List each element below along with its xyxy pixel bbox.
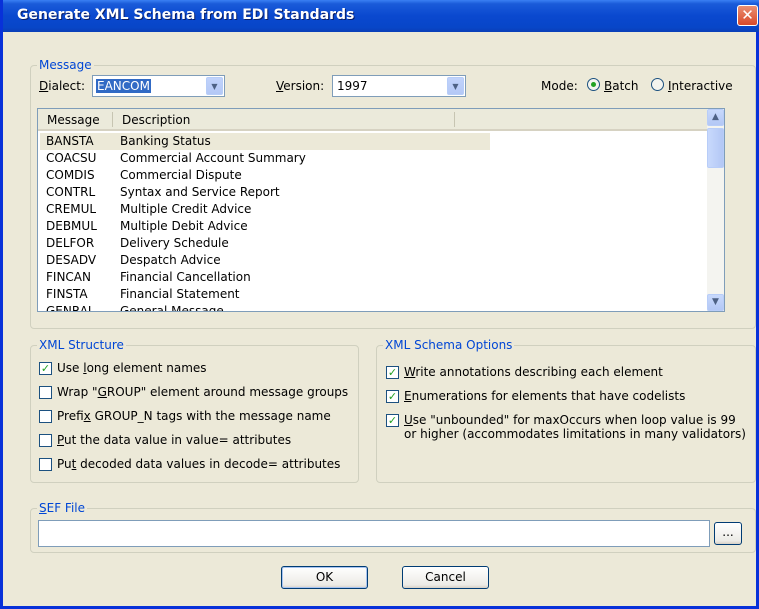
window-title: Generate XML Schema from EDI Standards (17, 7, 355, 23)
list-row[interactable]: CREMUL Multiple Credit Advice (40, 201, 490, 218)
checkbox-label[interactable]: Prefix GROUP_N tags with the message nam… (57, 409, 331, 423)
message-code: BANSTA (46, 134, 94, 148)
message-code: COMDIS (46, 168, 95, 182)
sef-file-label: SEF File (37, 501, 88, 515)
list-row[interactable]: CONTRL Syntax and Service Report (40, 184, 490, 201)
message-code: CREMUL (46, 202, 97, 216)
close-icon: ✕ (741, 6, 754, 24)
message-description: Banking Status (120, 134, 211, 148)
message-code: COACSU (46, 151, 97, 165)
version-label: Version: (276, 79, 325, 93)
message-description: Financial Cancellation (120, 270, 251, 284)
checkbox[interactable]: ✓ (386, 390, 399, 403)
checkbox[interactable] (39, 434, 52, 447)
message-description: Multiple Debit Advice (120, 219, 248, 233)
checkmark-icon: ✓ (387, 366, 398, 379)
message-code: DESADV (46, 253, 97, 267)
chevron-down-icon[interactable]: ▼ (206, 77, 223, 95)
message-code: FINCAN (46, 270, 91, 284)
mode-batch-label[interactable]: Batch (604, 79, 639, 93)
close-button[interactable]: ✕ (737, 5, 758, 26)
column-header-message[interactable]: Message (47, 113, 100, 127)
message-description: General Message (120, 304, 224, 312)
list-scrollbar[interactable]: ▲ ▼ (707, 109, 724, 311)
message-description: Delivery Schedule (120, 236, 229, 250)
schema-options-label: XML Schema Options (383, 338, 515, 352)
message-code: DEBMUL (46, 219, 97, 233)
browse-button[interactable]: ... (714, 522, 742, 545)
list-row[interactable]: DELFOR Delivery Schedule (40, 235, 490, 252)
dialect-value: EANCOM (96, 79, 151, 93)
version-value: 1997 (337, 79, 368, 93)
scroll-thumb[interactable] (707, 128, 724, 168)
dialect-label: Dialect: (39, 79, 85, 93)
column-header-description[interactable]: Description (122, 113, 190, 127)
mode-interactive-label[interactable]: Interactive (668, 79, 733, 93)
checkbox-label[interactable]: Wrap "GROUP" element around message grou… (57, 385, 348, 399)
checkbox-label[interactable]: Use "unbounded" for maxOccurs when loop … (404, 413, 746, 441)
checkbox[interactable]: ✓ (386, 366, 399, 379)
message-description: Syntax and Service Report (120, 185, 280, 199)
checkbox-label[interactable]: Write annotations describing each elemen… (404, 365, 663, 379)
ok-button[interactable]: OK (281, 566, 368, 589)
dialect-select[interactable]: EANCOM ▼ (92, 75, 225, 97)
list-header: Message Description (38, 109, 723, 131)
list-row[interactable]: DEBMUL Multiple Debit Advice (40, 218, 490, 235)
message-code: FINSTA (46, 287, 88, 301)
list-row[interactable]: FINCAN Financial Cancellation (40, 269, 490, 286)
dialog-window: Generate XML Schema from EDI Standards ✕… (0, 0, 759, 609)
xml-structure-label: XML Structure (37, 338, 126, 352)
message-list[interactable]: Message Description BANSTA Banking Status… (37, 108, 725, 312)
list-row[interactable]: COACSU Commercial Account Summary (40, 150, 490, 167)
title-bar[interactable]: Generate XML Schema from EDI Standards ✕ (3, 0, 759, 32)
checkbox[interactable] (39, 410, 52, 423)
message-description: Financial Statement (120, 287, 240, 301)
list-row[interactable]: FINSTA Financial Statement (40, 286, 490, 303)
checkbox-label[interactable]: Use long element names (57, 361, 207, 375)
mode-label: Mode: (541, 79, 578, 93)
scroll-down-icon[interactable]: ▼ (707, 294, 724, 311)
cancel-button[interactable]: Cancel (402, 566, 489, 589)
list-row[interactable]: GENRAL General Message (40, 303, 490, 312)
checkmark-icon: ✓ (387, 414, 398, 427)
mode-interactive-radio[interactable] (651, 78, 664, 91)
message-description: Commercial Account Summary (120, 151, 306, 165)
chevron-down-icon[interactable]: ▼ (447, 77, 464, 95)
list-row[interactable]: COMDIS Commercial Dispute (40, 167, 490, 184)
message-code: DELFOR (46, 236, 95, 250)
message-code: GENRAL (46, 304, 95, 312)
version-select[interactable]: 1997 ▼ (332, 75, 466, 97)
mode-batch-radio[interactable] (587, 78, 600, 91)
message-description: Despatch Advice (120, 253, 221, 267)
message-group-label: Message (37, 58, 94, 72)
list-row[interactable]: DESADV Despatch Advice (40, 252, 490, 269)
message-code: CONTRL (46, 185, 96, 199)
message-description: Multiple Credit Advice (120, 202, 252, 216)
checkmark-icon: ✓ (387, 390, 398, 403)
checkbox-label[interactable]: Put decoded data values in decode= attri… (57, 457, 340, 471)
checkbox[interactable]: ✓ (386, 414, 399, 427)
checkbox-label[interactable]: Enumerations for elements that have code… (404, 389, 685, 403)
list-row[interactable]: BANSTA Banking Status (40, 133, 490, 150)
checkbox[interactable] (39, 386, 52, 399)
message-description: Commercial Dispute (120, 168, 242, 182)
checkbox[interactable] (39, 458, 52, 471)
checkmark-icon: ✓ (40, 362, 51, 375)
scroll-up-icon[interactable]: ▲ (707, 109, 724, 126)
sef-file-input[interactable] (38, 520, 710, 547)
checkbox-label[interactable]: Put the data value in value= attributes (57, 433, 291, 447)
checkbox[interactable]: ✓ (39, 362, 52, 375)
